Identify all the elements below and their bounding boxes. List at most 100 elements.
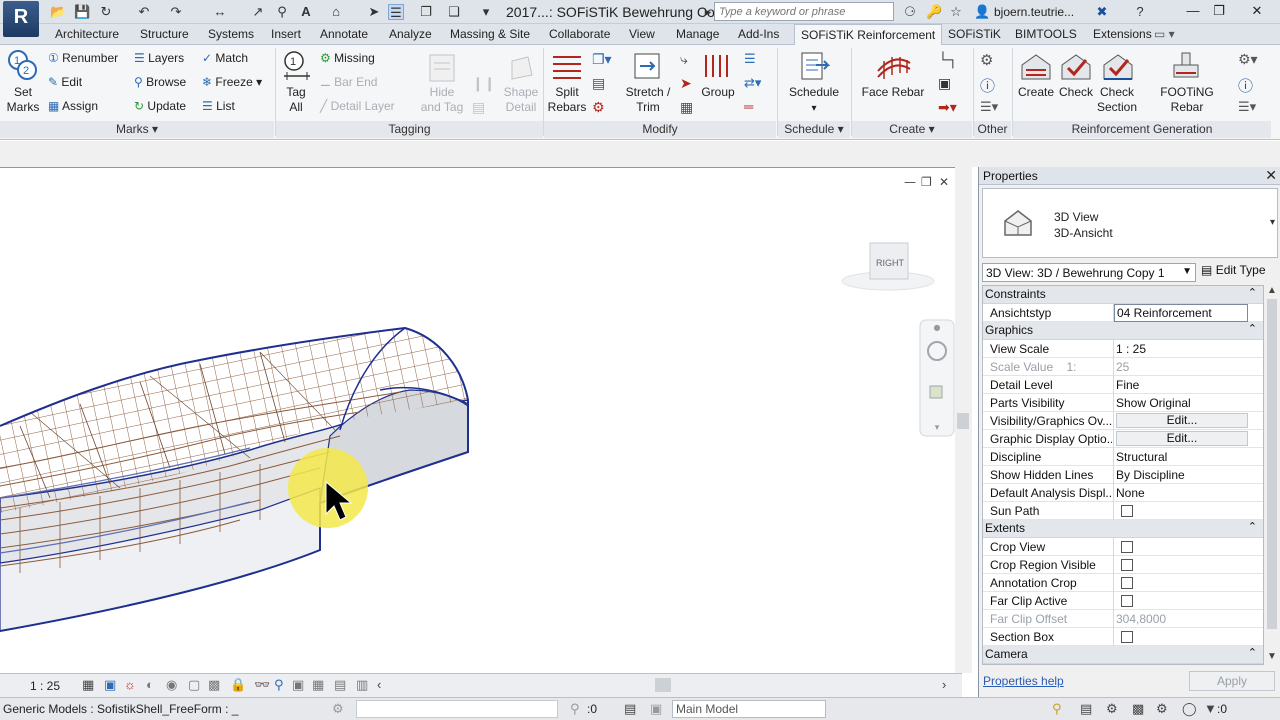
tab-manage[interactable]: Manage [676,27,719,41]
tab-insert[interactable]: Insert [271,27,301,41]
thin-lines-icon[interactable]: ☰ [388,4,404,20]
tab-view[interactable]: View [629,27,655,41]
active-design-option-select[interactable]: Main Model [672,700,826,718]
schedule-button[interactable]: Schedule ▾ [784,85,844,116]
properties-scrollbar[interactable]: ▲ ▼ [1265,285,1279,665]
editable-only-icon[interactable]: ⚲ [570,701,580,717]
stretch-trim-button[interactable]: Stretch / Trim [622,85,674,115]
instance-selector[interactable]: 3D View: 3D / Bewehrung Copy 1 ▼ [982,263,1196,282]
face-rebar-button[interactable]: Face Rebar [858,85,928,100]
select-pinned-icon[interactable]: ⚙ [1106,701,1118,717]
horizontal-scroll-thumb[interactable] [655,678,671,692]
text-icon[interactable]: A [298,4,314,20]
distribute-icon[interactable]: ⇄▾ [744,75,761,91]
help-icon[interactable]: ? [1132,4,1148,20]
properties-scroll-thumb[interactable] [1267,299,1277,629]
nav-bar-options-icon[interactable]: ▾ [935,423,940,433]
scroll-down-icon[interactable]: ▼ [1267,651,1277,662]
undo-icon[interactable]: ↶ [136,4,152,20]
collapse-icon[interactable]: ⌃ [1248,322,1257,335]
group-graphics[interactable]: Graphics ⌃ [983,322,1263,340]
prop-row-detail-level[interactable]: Detail Level Fine [983,376,1263,394]
measure-icon[interactable]: ↔ [212,4,228,20]
group-camera[interactable]: Camera ⌃ [983,646,1263,664]
crop-view-icon[interactable]: ▢ [188,677,200,693]
lock-view-icon[interactable]: 🔒 [230,677,246,693]
subscription-icon[interactable]: 🔑 [926,4,942,20]
navigation-bar[interactable]: ● ▾ [919,319,955,437]
tab-annotate[interactable]: Annotate [320,27,368,41]
move-rebar-icon[interactable]: ▤ [592,75,605,92]
split-rebars-button[interactable]: Split Rebars [546,85,588,115]
tab-structure[interactable]: Structure [140,27,189,41]
scroll-left-icon[interactable]: ‹ [377,677,381,692]
model-canvas[interactable]: — ❐ ✕ RIGHT ● ▾ [0,168,955,674]
binoculars-icon[interactable]: ⚆ [902,4,918,20]
save-icon[interactable]: 💾 [74,4,90,20]
prop-row-parts-visibility[interactable]: Parts Visibility Show Original [983,394,1263,412]
generation-help-icon[interactable]: ⓘ [1238,75,1253,96]
select-underlay-icon[interactable]: ▤ [1080,701,1092,717]
properties-help-link[interactable]: Properties help [983,674,1064,688]
prop-row-discipline[interactable]: Discipline Structural [983,448,1263,466]
detail-layer-button[interactable]: ╱ Detail Layer [320,99,395,113]
bar-end-button[interactable]: ⚊ Bar End [320,75,377,89]
detail-level-icon[interactable]: ▦ [82,677,94,693]
search-input[interactable] [714,2,894,21]
tab-sofistik[interactable]: SOFiSTiK [948,27,1001,41]
switch-windows-icon[interactable]: ❑ [446,4,462,20]
filter-icon[interactable]: ▼ [1204,701,1217,716]
visibility-graphics-edit-button[interactable]: Edit... [1116,413,1248,428]
create-reinforcement-button[interactable]: Create [1014,85,1058,100]
check-button[interactable]: Check [1056,85,1096,100]
graphic-display-edit-button[interactable]: Edit... [1116,431,1248,446]
zoom-icon[interactable] [929,385,943,399]
freeze-button[interactable]: ❄ Freeze ▾ [202,75,262,89]
type-selector[interactable]: 3D View 3D-Ansicht ▾ [982,188,1278,258]
ansichtstyp-field[interactable]: 04 Reinforcement [1114,304,1248,322]
aligned-dimension-icon[interactable]: ↗ [250,4,266,20]
close-hidden-icon[interactable]: ❐ [418,4,434,20]
3d-view-icon[interactable]: ⌂ [328,4,344,20]
restore-window-button[interactable]: ❐ [1206,2,1232,20]
user-icon[interactable]: 👤 [974,4,990,20]
hide-and-tag-button[interactable]: Hide and Tag [416,85,468,115]
check-section-button[interactable]: Check Section [1094,85,1140,115]
reveal-constraints-icon[interactable]: ▥ [356,677,368,693]
crop-region-visible-checkbox[interactable] [1121,559,1133,571]
renumber-button[interactable]: ① Renumber [48,51,118,65]
viewport-minimize-icon[interactable]: — [904,175,916,189]
generation-options-icon[interactable]: ☰▾ [1238,99,1256,115]
tab-massing-site[interactable]: Massing & Site [450,27,530,41]
prop-row-default-analysis[interactable]: Default Analysis Displ... None [983,484,1263,502]
select-by-face-icon[interactable]: ▩ [1132,701,1144,717]
design-options-icon[interactable]: ▤ [624,701,636,717]
worksets-icon[interactable]: ⚙ [332,701,344,717]
group-button[interactable]: Group [698,85,738,100]
worksharing-display-icon[interactable]: ▣ [292,677,304,693]
reveal-hidden-icon[interactable]: ⚲ [274,677,284,693]
tab-add-ins[interactable]: Add-Ins [738,27,779,41]
visual-style-icon[interactable]: ▣ [104,677,116,693]
far-clip-active-checkbox[interactable] [1121,595,1133,607]
annotation-crop-checkbox[interactable] [1121,577,1133,589]
align-icon[interactable]: ☰ [744,51,756,67]
missing-button[interactable]: ⚙ Missing [320,51,375,65]
group-constraints[interactable]: Constraints ⌃ [983,286,1263,304]
match-button[interactable]: ✓ Match [202,51,248,65]
tab-bimtools[interactable]: BIMTOOLS [1015,27,1077,41]
viewcube[interactable]: RIGHT [841,242,935,291]
prop-row-view-scale[interactable]: View Scale 1 : 25 [983,340,1263,358]
collapse-icon[interactable]: ⌃ [1248,520,1257,533]
shape-detail-button[interactable]: Shape Detail [498,85,544,115]
tab-systems[interactable]: Systems [208,27,254,41]
render-icon[interactable]: ◉ [166,677,177,693]
sync-icon[interactable]: ↻ [98,4,114,20]
tab-analyze[interactable]: Analyze [389,27,432,41]
highlight-displacement-icon[interactable]: ▤ [334,677,346,693]
shadows-icon[interactable]: ◐ [146,677,154,692]
bend-icon[interactable]: ⤷ [680,51,688,68]
view-scale-selector[interactable]: 1 : 25 [30,679,60,693]
settings-gear-icon[interactable]: ⚙ [980,51,993,69]
tab-extensions[interactable]: Extensions [1093,27,1152,41]
